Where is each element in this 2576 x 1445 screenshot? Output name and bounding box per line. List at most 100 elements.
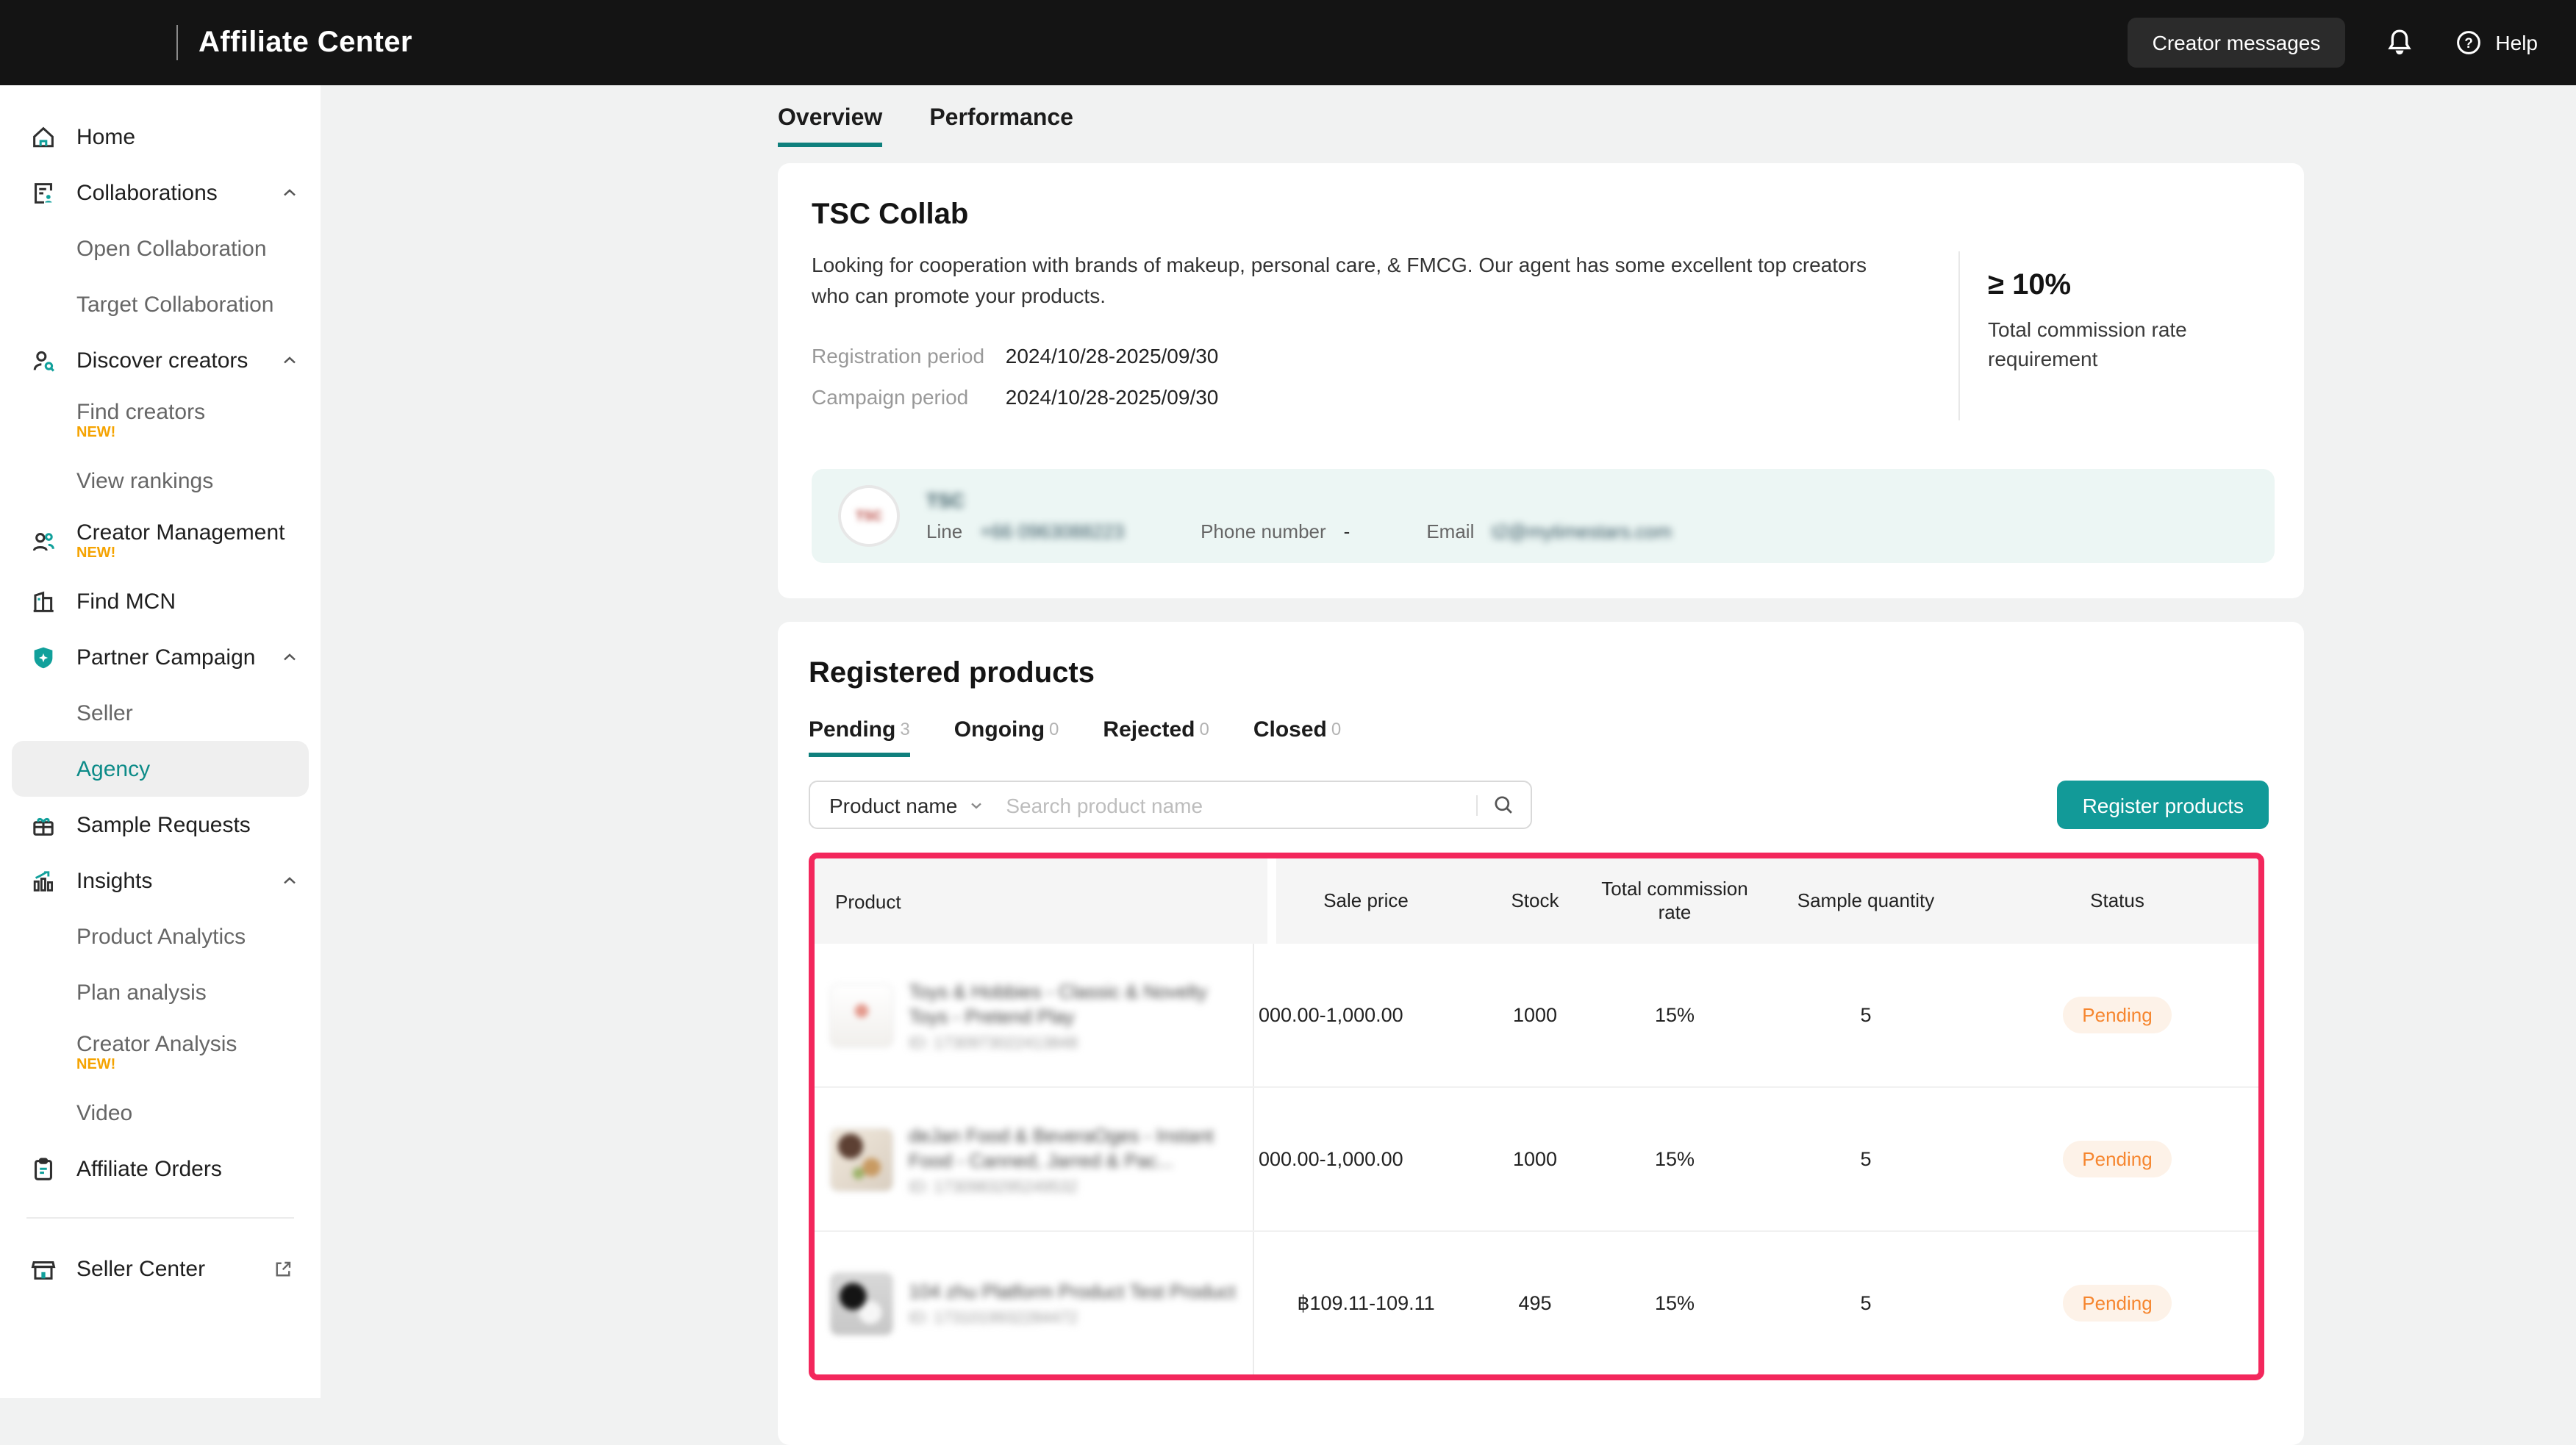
chevron-up-icon — [279, 350, 300, 370]
top-header: Affiliate Center Creator messages ? Help — [0, 0, 2576, 85]
status-badge: Pending — [2063, 1141, 2171, 1177]
main-area: Overview Performance TSC Collab Looking … — [321, 85, 2576, 1398]
table-row[interactable]: ฿109.11-109.11 495 15% 5 Pending 104 zhu — [815, 1230, 2258, 1374]
page-tabs: Overview Performance — [778, 106, 2304, 147]
commission-cell: 15% — [1594, 1148, 1756, 1170]
sidebar-divider — [26, 1217, 294, 1219]
product-name: Toys & Hobbies - Classic & Novelty Toys … — [909, 978, 1241, 1028]
agency-name: TSC — [926, 490, 1672, 512]
col-header-sale-price: Sale price — [1256, 889, 1476, 913]
chevron-up-icon — [279, 647, 300, 667]
new-badge: NEW! — [76, 547, 300, 562]
affiliate-center-app: Affiliate Center Creator messages ? Help — [0, 0, 2576, 1398]
product-name: 104 zhu Platform Product Test Product — [909, 1279, 1241, 1304]
status-cell: Pending — [1976, 1285, 2258, 1322]
col-header-product: Product — [815, 858, 1276, 944]
product-cell: deJan Food & BeveraOges - Instant Food -… — [815, 1088, 1254, 1230]
chevron-up-icon — [279, 182, 300, 203]
sidebar-group-insights[interactable]: Insights — [0, 853, 321, 908]
table-row[interactable]: 000.00-1,000.00 1000 15% 5 Pending Toys — [815, 944, 2258, 1086]
sidebar-item-creator-analysis[interactable]: Creator Analysis NEW! — [0, 1020, 321, 1085]
sidebar-item-seller-center[interactable]: Seller Center — [0, 1239, 321, 1298]
registered-products-title: Registered products — [809, 657, 2269, 691]
col-header-stock: Stock — [1476, 889, 1594, 913]
agency-contact-card: TSC TSC Line +66 0963088223 Phone number… — [812, 469, 2275, 563]
table-row[interactable]: 000.00-1,000.00 1000 15% 5 Pending deJan — [815, 1086, 2258, 1230]
email-value: t2@mytimestars.com — [1492, 520, 1672, 542]
sidebar-group-partner-campaign[interactable]: Partner Campaign — [0, 629, 321, 685]
register-products-button[interactable]: Register products — [2058, 781, 2269, 829]
creator-messages-button[interactable]: Creator messages — [2128, 18, 2346, 68]
product-image — [829, 1271, 894, 1335]
affiliate-orders-icon — [29, 1154, 59, 1183]
search-input[interactable] — [1003, 792, 1476, 818]
new-badge: NEW! — [76, 426, 321, 441]
insights-icon — [29, 866, 59, 895]
new-badge: NEW! — [76, 1058, 321, 1073]
product-id: ID: 1730983295249532 — [909, 1178, 1241, 1196]
sidebar-item-video[interactable]: Video — [0, 1085, 321, 1141]
sidebar-item-find-mcn[interactable]: Find MCN — [0, 573, 321, 629]
sidebar-item-affiliate-orders[interactable]: Affiliate Orders — [0, 1141, 321, 1197]
stock-cell: 495 — [1476, 1292, 1594, 1314]
app-title: Affiliate Center — [198, 26, 412, 60]
sidebar-item-find-creators[interactable]: Find creators NEW! — [0, 388, 321, 453]
sidebar-item-product-analytics[interactable]: Product Analytics — [0, 908, 321, 964]
sale-price-cell: ฿109.11-109.11 — [1256, 1291, 1476, 1315]
sidebar-item-creator-management[interactable]: Creator Management NEW! — [0, 509, 321, 573]
notification-bell-icon[interactable] — [2383, 26, 2416, 59]
col-header-status: Status — [1976, 889, 2258, 913]
sale-price-cell: 000.00-1,000.00 — [1256, 1148, 1476, 1170]
help-link[interactable]: ? Help — [2454, 28, 2538, 57]
external-link-icon — [272, 1258, 294, 1280]
sidebar-item-open-collaboration[interactable]: Open Collaboration — [0, 220, 321, 276]
tab-closed[interactable]: Closed 0 — [1253, 717, 1341, 757]
campaign-card: TSC Collab Looking for cooperation with … — [778, 163, 2304, 598]
sidebar-group-collaborations[interactable]: Collaborations — [0, 165, 321, 220]
chevron-up-icon — [279, 870, 300, 891]
seller-center-icon — [29, 1254, 59, 1283]
sidebar-item-sample-requests[interactable]: Sample Requests — [0, 797, 321, 853]
tab-rejected[interactable]: Rejected 0 — [1103, 717, 1209, 757]
home-icon — [29, 122, 59, 151]
line-value: +66 0963088223 — [980, 520, 1124, 542]
find-mcn-icon — [29, 587, 59, 616]
search-icon[interactable] — [1491, 792, 1516, 817]
product-search: Product name — [809, 781, 1532, 829]
product-id: ID: 1730973022413848 — [909, 1034, 1241, 1052]
sale-price-cell: 000.00-1,000.00 — [1256, 1004, 1476, 1026]
sidebar: Home Collaborations Open Collaboration T… — [0, 85, 321, 1398]
commission-cell: 15% — [1594, 1292, 1756, 1314]
sidebar-item-view-rankings[interactable]: View rankings — [0, 453, 321, 509]
sample-quantity-cell: 5 — [1756, 1292, 1976, 1314]
sidebar-item-target-collaboration[interactable]: Target Collaboration — [0, 276, 321, 332]
sidebar-item-agency[interactable]: Agency — [12, 741, 309, 797]
tab-performance[interactable]: Performance — [929, 106, 1073, 147]
product-id: ID: 1731019932284472 — [909, 1310, 1241, 1327]
commission-requirement: ≥ 10% Total commission rate requirement — [1988, 269, 2223, 373]
tab-overview[interactable]: Overview — [778, 106, 882, 147]
product-cell: Toys & Hobbies - Classic & Novelty Toys … — [815, 944, 1254, 1086]
creator-management-icon — [29, 526, 59, 556]
status-cell: Pending — [1976, 1141, 2258, 1177]
partner-campaign-icon — [29, 642, 59, 672]
sidebar-group-discover-creators[interactable]: Discover creators — [0, 332, 321, 388]
svg-text:?: ? — [2465, 36, 2474, 51]
product-name: deJan Food & BeveraOges - Instant Food -… — [909, 1122, 1241, 1172]
tab-ongoing[interactable]: Ongoing 0 — [954, 717, 1059, 757]
agency-avatar: TSC — [838, 485, 900, 547]
sidebar-item-home[interactable]: Home — [0, 109, 321, 165]
vertical-divider — [1958, 251, 1960, 420]
sidebar-item-seller[interactable]: Seller — [0, 685, 321, 741]
tab-pending[interactable]: Pending 3 — [809, 717, 910, 757]
status-tabs: Pending 3 Ongoing 0 Rejected 0 Closed 0 — [809, 717, 2269, 757]
products-table: Product Sale price Stock Total commissio… — [809, 853, 2264, 1380]
status-badge: Pending — [2063, 1285, 2171, 1322]
product-image — [829, 1127, 894, 1191]
agency-contact-row: Line +66 0963088223 Phone number - Email… — [926, 520, 1672, 542]
chevron-down-icon — [967, 796, 985, 814]
sidebar-item-plan-analysis[interactable]: Plan analysis — [0, 964, 321, 1020]
col-header-commission: Total commission rate — [1594, 878, 1756, 925]
discover-creators-icon — [29, 345, 59, 375]
search-type-dropdown[interactable]: Product name — [829, 793, 985, 817]
